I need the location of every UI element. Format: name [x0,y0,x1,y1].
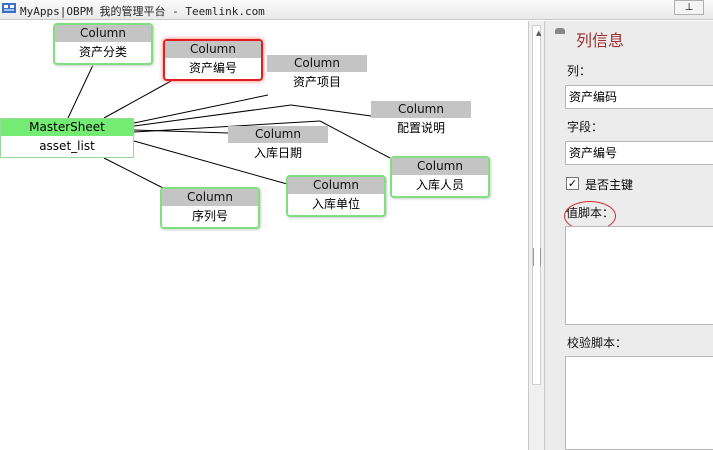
validate-script-label: 校验脚本： [567,336,628,350]
relation-lines [67,64,391,190]
pin-icon[interactable]: ⊥ [674,0,704,15]
node-type: Column [228,126,328,143]
column-node-serial-number[interactable]: Column 序列号 [160,187,260,229]
link-line [133,94,269,124]
node-type: Column [55,25,151,42]
node-type: Column [288,177,384,194]
link-line [133,104,292,127]
column-node-storage-person[interactable]: Column 入库人员 [390,156,490,198]
column-name-input[interactable]: 资产编码 [565,85,713,109]
node-type: Column [165,41,261,58]
node-label: 配置说明 [396,121,445,135]
primary-key-label: 是否主键 [585,178,634,192]
primary-key-checkbox[interactable]: ✓ [566,177,579,190]
grip-icon[interactable] [533,248,541,266]
panel-title: 列信息 [576,31,625,50]
field-label: 字段： [567,120,604,134]
master-sheet-node[interactable]: MasterSheet asset_list [0,118,134,158]
master-sheet-name: asset_list [39,139,95,153]
column-node-asset-number[interactable]: Column 资产编号 [163,39,263,81]
link-line [67,64,94,119]
column-properties-panel: 列信息 列： 资产编码 字段： 资产编号 ✓ 是否主键 值脚本： 校验脚本： [545,21,713,450]
node-label: 资产分类 [78,45,127,59]
node-type: Column [267,55,367,72]
node-label: 入库人员 [415,178,464,192]
link-line [103,157,166,190]
link-line [290,104,372,117]
column-node-asset-item[interactable]: Column 资产项目 [267,55,367,92]
splitter-bar[interactable]: ▲ [528,21,545,450]
column-node-config-note[interactable]: Column 配置说明 [371,101,471,138]
column-node-storage-unit[interactable]: Column 入库单位 [286,175,386,217]
node-type: Column [392,158,488,175]
node-label: 入库日期 [253,146,302,160]
node-label: 序列号 [191,209,228,223]
field-name-input[interactable]: 资产编号 [565,141,713,165]
validate-script-textarea[interactable] [565,356,713,450]
diagram-canvas[interactable]: Column 资产分类 Column 资产编号 Column 资产项目 Colu… [0,21,528,450]
scrollbar[interactable]: ▲ [532,25,541,385]
column-node-storage-date[interactable]: Column 入库日期 [228,126,328,163]
scroll-up-icon[interactable]: ▲ [536,29,541,37]
node-label: 资产项目 [292,75,341,89]
app-icon [2,3,16,13]
master-sheet-type: MasterSheet [1,119,133,136]
column-node-asset-category[interactable]: Column 资产分类 [53,23,153,65]
collapse-icon[interactable] [555,28,565,34]
node-type: Column [162,189,258,206]
node-label: 入库单位 [311,197,360,211]
value-script-textarea[interactable] [565,226,713,325]
window-title: MyApps|OBPM 我的管理平台 - Teemlink.com [20,5,265,18]
title-bar: MyApps|OBPM 我的管理平台 - Teemlink.com ⊥ [0,0,713,20]
node-label: 资产编号 [188,61,237,75]
column-label: 列： [567,64,592,78]
link-line [103,80,172,119]
node-type: Column [371,101,471,118]
